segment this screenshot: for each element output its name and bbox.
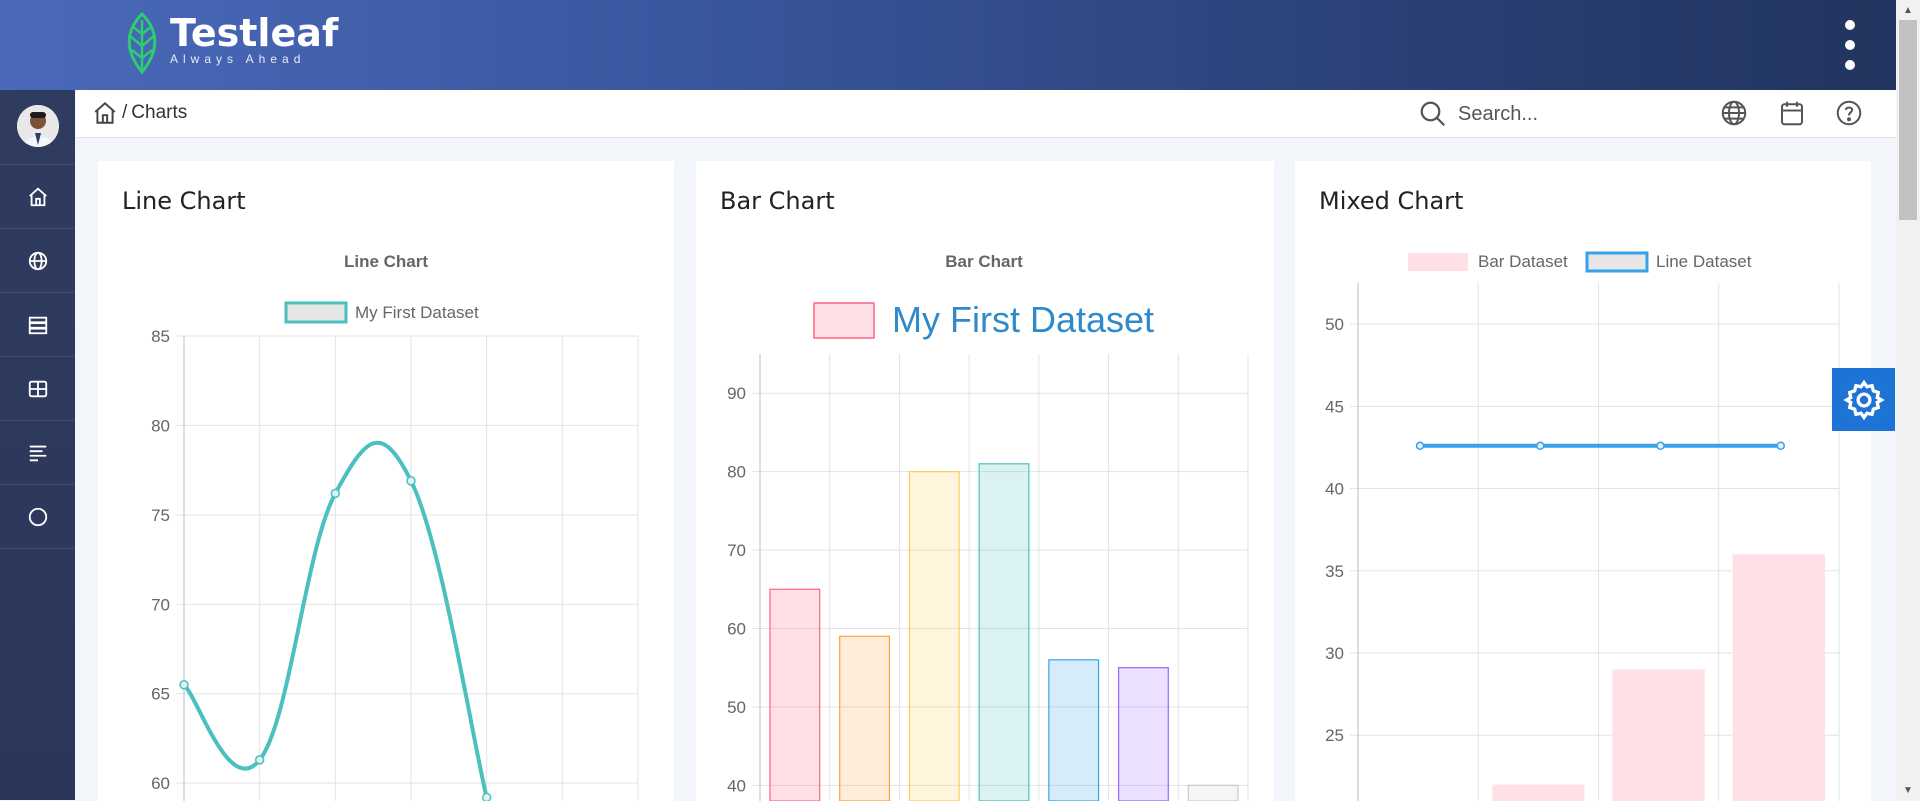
sidebar-item-server[interactable]: [0, 292, 75, 356]
bar: [769, 588, 821, 801]
search-input[interactable]: [1456, 98, 1640, 130]
data-point: [1536, 441, 1545, 451]
y-tick-label: 70: [727, 541, 746, 560]
y-tick-label: 45: [1325, 397, 1344, 416]
sidebar-item-table[interactable]: [0, 356, 75, 420]
scroll-up-arrow[interactable]: ▲: [1896, 0, 1920, 20]
page-scrollbar[interactable]: ▲ ▼: [1896, 0, 1920, 800]
legend-swatch[interactable]: [284, 301, 348, 324]
globe-icon: [28, 251, 47, 270]
search-icon[interactable]: [1418, 99, 1448, 129]
legend-label-line[interactable]: Line Dataset: [1656, 252, 1752, 271]
data-point: [406, 476, 416, 486]
brand-logo[interactable]: Testleaf Always Ahead: [120, 12, 338, 74]
bar-chart: Bar Chart My First Dataset 40 50 60 70 80 90: [727, 252, 1249, 801]
bar: [1492, 784, 1585, 801]
server-icon: [28, 316, 47, 334]
align-left-icon: [29, 445, 46, 461]
home-icon[interactable]: [92, 100, 118, 126]
settings-button[interactable]: [1832, 368, 1895, 431]
bar: [908, 471, 960, 801]
y-tick-label: 60: [151, 774, 170, 793]
more-menu-icon[interactable]: [1840, 20, 1860, 70]
top-header: Testleaf Always Ahead: [0, 0, 1896, 90]
bar: [978, 463, 1030, 801]
y-tick-label: 35: [1325, 562, 1344, 581]
data-point: [179, 680, 189, 690]
chart-title: Line Chart: [344, 252, 428, 271]
table-icon: [28, 380, 47, 397]
bar: [1612, 669, 1705, 801]
home-icon: [28, 187, 47, 206]
legend-swatch-bar[interactable]: [1408, 253, 1468, 271]
y-tick-label: 90: [727, 384, 746, 403]
breadcrumb-separator: /: [122, 102, 128, 123]
globe-icon[interactable]: [1719, 98, 1749, 128]
y-tick-label: 30: [1325, 644, 1344, 663]
y-tick-label: 50: [727, 698, 746, 717]
data-point: [1776, 441, 1785, 451]
data-point: [254, 755, 265, 765]
calendar-icon[interactable]: [1777, 98, 1807, 128]
sidebar-item-text[interactable]: [0, 420, 75, 484]
y-tick-label: 65: [151, 685, 170, 704]
y-tick-label: 40: [727, 776, 746, 795]
y-tick-label: 40: [1325, 480, 1344, 499]
sidebar-item-home[interactable]: [0, 164, 75, 228]
mixed-chart-card: Mixed Chart Bar Dataset Line Dataset 25 3…: [1295, 161, 1871, 801]
help-icon[interactable]: [1834, 98, 1864, 128]
breadcrumb-current: Charts: [131, 102, 188, 123]
breadcrumb-bar: / Charts: [76, 90, 1896, 138]
sidebar-item-globe[interactable]: [0, 228, 75, 292]
y-tick-label: 25: [1325, 726, 1344, 745]
circle-icon: [28, 507, 47, 526]
breadcrumb: / Charts: [92, 100, 187, 126]
bar: [1048, 659, 1100, 801]
legend-swatch-line[interactable]: [1585, 251, 1649, 273]
data-point: [330, 488, 341, 499]
leaf-logo-icon: [127, 12, 157, 74]
line-chart: Line Chart My First Dataset 60 65 70 75 80 85: [151, 252, 639, 801]
y-tick-label: 80: [151, 416, 170, 435]
scroll-down-arrow[interactable]: ▼: [1896, 780, 1920, 800]
brand-name: Testleaf: [170, 11, 339, 55]
legend-label[interactable]: My First Dataset: [355, 303, 479, 322]
y-tick-label: 70: [151, 595, 170, 614]
data-point: [1415, 441, 1425, 451]
sidebar-item-circle[interactable]: [0, 484, 75, 549]
bar-chart-card: Bar Chart Bar Chart My First Dataset 40 5…: [696, 161, 1274, 801]
legend-label-bar[interactable]: Bar Dataset: [1478, 252, 1568, 271]
y-tick-label: 60: [727, 619, 746, 638]
bar: [1187, 784, 1239, 801]
sidebar: [0, 90, 75, 800]
bar: [1117, 667, 1169, 801]
data-point: [1656, 441, 1665, 451]
bar: [1732, 554, 1825, 801]
y-tick-label: 85: [151, 327, 170, 346]
y-tick-label: 80: [727, 463, 746, 482]
legend-label[interactable]: My First Dataset: [892, 299, 1154, 340]
legend-swatch[interactable]: [813, 302, 875, 339]
mixed-chart: Bar Dataset Line Dataset 25 30 35 40 45 50: [1325, 251, 1840, 801]
scrollbar-thumb[interactable]: [1899, 20, 1917, 220]
user-avatar[interactable]: [16, 105, 59, 147]
chart-title: Bar Chart: [945, 252, 1023, 271]
gear-icon: [1842, 379, 1885, 420]
line-chart-card: Line Chart Line Chart My First Dataset 6…: [98, 161, 674, 801]
y-tick-label: 75: [151, 506, 170, 525]
bar: [839, 635, 891, 801]
y-tick-label: 50: [1325, 315, 1344, 334]
